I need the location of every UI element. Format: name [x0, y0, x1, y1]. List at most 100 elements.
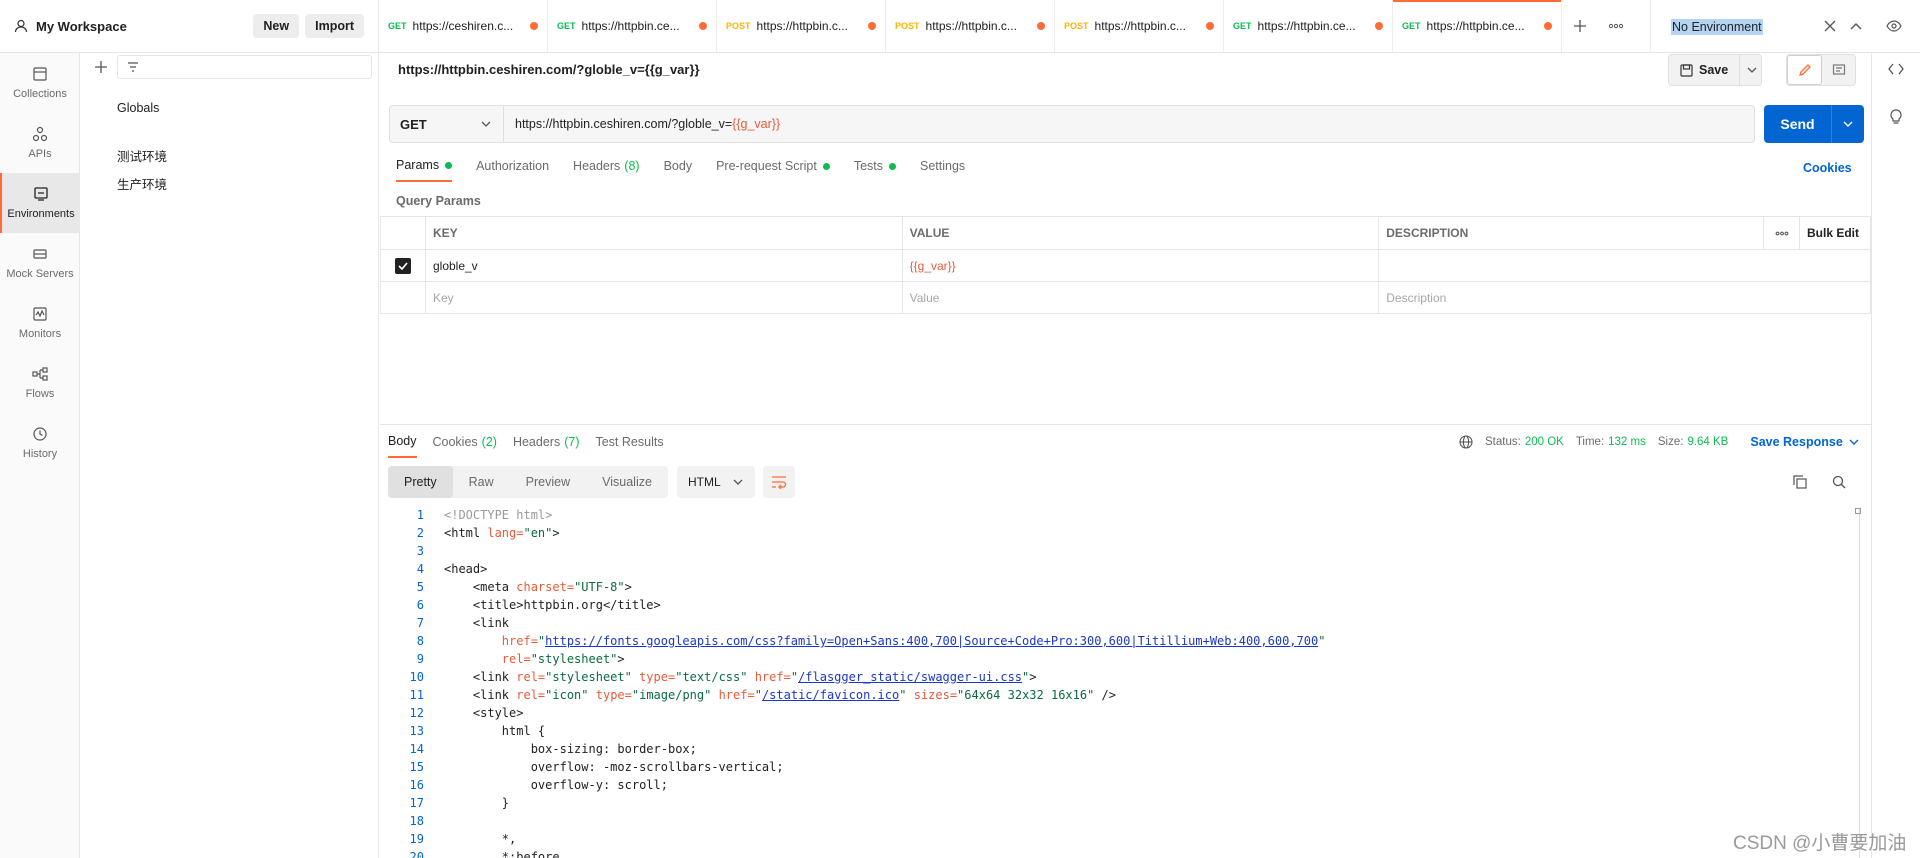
edit-mode-button[interactable] — [1787, 55, 1822, 85]
request-tab[interactable]: POST https://httpbin.c... — [1055, 0, 1224, 52]
tab-response-headers[interactable]: Headers (7) — [513, 434, 580, 458]
search-icon[interactable] — [1832, 475, 1846, 489]
param-description[interactable] — [1378, 249, 1871, 282]
tab-response-cookies[interactable]: Cookies (2) — [433, 434, 497, 458]
line-number: 4 — [416, 562, 424, 576]
tab-params[interactable]: Params — [396, 158, 453, 182]
format-raw[interactable]: Raw — [453, 466, 510, 498]
copy-icon[interactable] — [1793, 475, 1807, 489]
workspace-name[interactable]: My Workspace — [36, 19, 127, 34]
description-input[interactable]: Description — [1378, 281, 1871, 314]
tab-authorization[interactable]: Authorization — [476, 158, 549, 182]
lightbulb-icon[interactable] — [1889, 109, 1903, 125]
rail-item-flows[interactable]: Flows — [0, 353, 80, 413]
row-checkbox[interactable] — [394, 257, 411, 274]
code-link[interactable]: https://fonts.googleapis.com/css?family=… — [545, 634, 1318, 648]
code-scrollbar[interactable] — [1859, 508, 1860, 858]
code-text: *:before, — [501, 850, 567, 858]
tab-url: https://httpbin.ce... — [1257, 19, 1356, 33]
tab-response-body[interactable]: Body — [388, 434, 417, 458]
documentation-mode-button[interactable] — [1822, 55, 1855, 85]
row-checkbox-cell[interactable] — [380, 249, 426, 282]
tab-label: Authorization — [476, 159, 550, 173]
request-tab[interactable]: GET https://httpbin.ce... — [1224, 0, 1393, 52]
environment-item-production[interactable]: 生产环境 — [117, 174, 167, 193]
format-preview[interactable]: Preview — [510, 466, 586, 498]
new-button[interactable]: New — [253, 14, 300, 38]
language-select[interactable]: HTML — [677, 466, 755, 498]
request-tab[interactable]: GET https://ceshiren.c... — [379, 0, 548, 52]
more-icon — [1608, 23, 1624, 29]
size-value[interactable]: 9.64 KB — [1687, 436, 1728, 448]
rail-label: Collections — [13, 88, 67, 100]
chevron-up-icon[interactable] — [1850, 21, 1862, 31]
close-icon[interactable] — [1824, 20, 1836, 32]
eye-icon[interactable] — [1886, 20, 1902, 32]
request-tab[interactable]: POST https://httpbin.c... — [717, 0, 886, 52]
sidebar-rail: Collections APIs Environments Mock Serve… — [0, 53, 80, 858]
code-line: 2 <html lang="en"> — [388, 526, 1858, 544]
key-input[interactable]: Key — [424, 281, 903, 314]
rail-item-monitors[interactable]: Monitors — [0, 293, 80, 353]
format-pretty[interactable]: Pretty — [388, 466, 453, 498]
url-input[interactable]: https://httpbin.ceshiren.com/?globle_v={… — [504, 106, 780, 142]
request-tab[interactable]: GET https://httpbin.ce... — [548, 0, 717, 52]
code-text: href= — [747, 670, 791, 684]
tab-options-button[interactable] — [1598, 0, 1634, 52]
save-response-button[interactable]: Save Response — [1750, 435, 1859, 449]
tab-body[interactable]: Body — [664, 158, 693, 182]
save-button[interactable]: Save — [1668, 54, 1762, 86]
tab-test-results[interactable]: Test Results — [595, 434, 663, 458]
size-label: Size: — [1657, 436, 1684, 448]
status-value[interactable]: 200 OK — [1525, 436, 1564, 448]
tab-headers[interactable]: Headers (8) — [573, 158, 640, 182]
tab-method: GET — [557, 21, 576, 31]
environment-item-globals[interactable]: Globals — [117, 101, 159, 115]
response-body-viewer[interactable]: 1 <!DOCTYPE html> 2 <html lang="en"> 3 4 <h… — [388, 508, 1858, 858]
environment-filter-input[interactable] — [117, 55, 372, 79]
environment-selector[interactable]: No Environment — [1650, 0, 1870, 53]
send-button[interactable]: Send — [1764, 105, 1864, 143]
code-link[interactable]: /flasgger_static/swagger-ui.css — [798, 670, 1022, 684]
cookies-link[interactable]: Cookies — [1803, 161, 1852, 175]
code-icon[interactable] — [1888, 63, 1904, 75]
minimap-marker[interactable] — [1855, 508, 1861, 514]
tab-prerequest-script[interactable]: Pre-request Script — [716, 158, 830, 182]
request-title[interactable]: https://httpbin.ceshiren.com/?globle_v={… — [398, 62, 700, 77]
wrap-lines-button[interactable] — [763, 466, 795, 498]
status-dot — [889, 162, 896, 170]
rail-item-mock-servers[interactable]: Mock Servers — [0, 233, 80, 293]
tab-method: POST — [1064, 21, 1089, 31]
import-button[interactable]: Import — [305, 14, 364, 38]
response-divider[interactable] — [380, 424, 1871, 425]
format-visualize[interactable]: Visualize — [586, 466, 668, 498]
more-icon — [1775, 231, 1788, 235]
code-text: rel= — [516, 688, 546, 702]
globe-icon[interactable] — [1459, 435, 1473, 449]
request-tab[interactable]: POST https://httpbin.c... — [886, 0, 1055, 52]
param-value[interactable]: {{g_var}} — [901, 249, 1380, 282]
rail-item-apis[interactable]: APIs — [0, 113, 80, 173]
rail-item-environments[interactable]: Environments — [0, 173, 80, 233]
code-line: 12 <style> — [388, 706, 1858, 724]
add-icon[interactable] — [94, 60, 108, 74]
environment-item-test[interactable]: 测试环境 — [117, 146, 167, 165]
code-text: > — [624, 580, 632, 594]
param-key[interactable]: globle_v — [424, 249, 903, 282]
bulk-edit-button[interactable]: Bulk Edit — [1799, 216, 1871, 250]
new-tab-button[interactable] — [1562, 0, 1598, 52]
time-value[interactable]: 132 ms — [1608, 436, 1646, 448]
table-options-button[interactable] — [1763, 216, 1800, 250]
method-select[interactable]: GET — [390, 106, 504, 142]
rail-item-collections[interactable]: Collections — [0, 53, 80, 113]
code-text: *, — [501, 832, 517, 846]
tab-url: https://httpbin.c... — [925, 19, 1017, 33]
code-link[interactable]: /static/favicon.ico — [762, 688, 899, 702]
tab-settings[interactable]: Settings — [920, 158, 965, 182]
rail-item-history[interactable]: History — [0, 413, 80, 473]
request-tab-active[interactable]: GET https://httpbin.ce... — [1393, 0, 1562, 52]
send-options-button[interactable] — [1831, 105, 1864, 143]
code-text: rel= — [501, 652, 531, 666]
tab-tests[interactable]: Tests — [854, 158, 896, 182]
value-input[interactable]: Value — [901, 281, 1380, 314]
